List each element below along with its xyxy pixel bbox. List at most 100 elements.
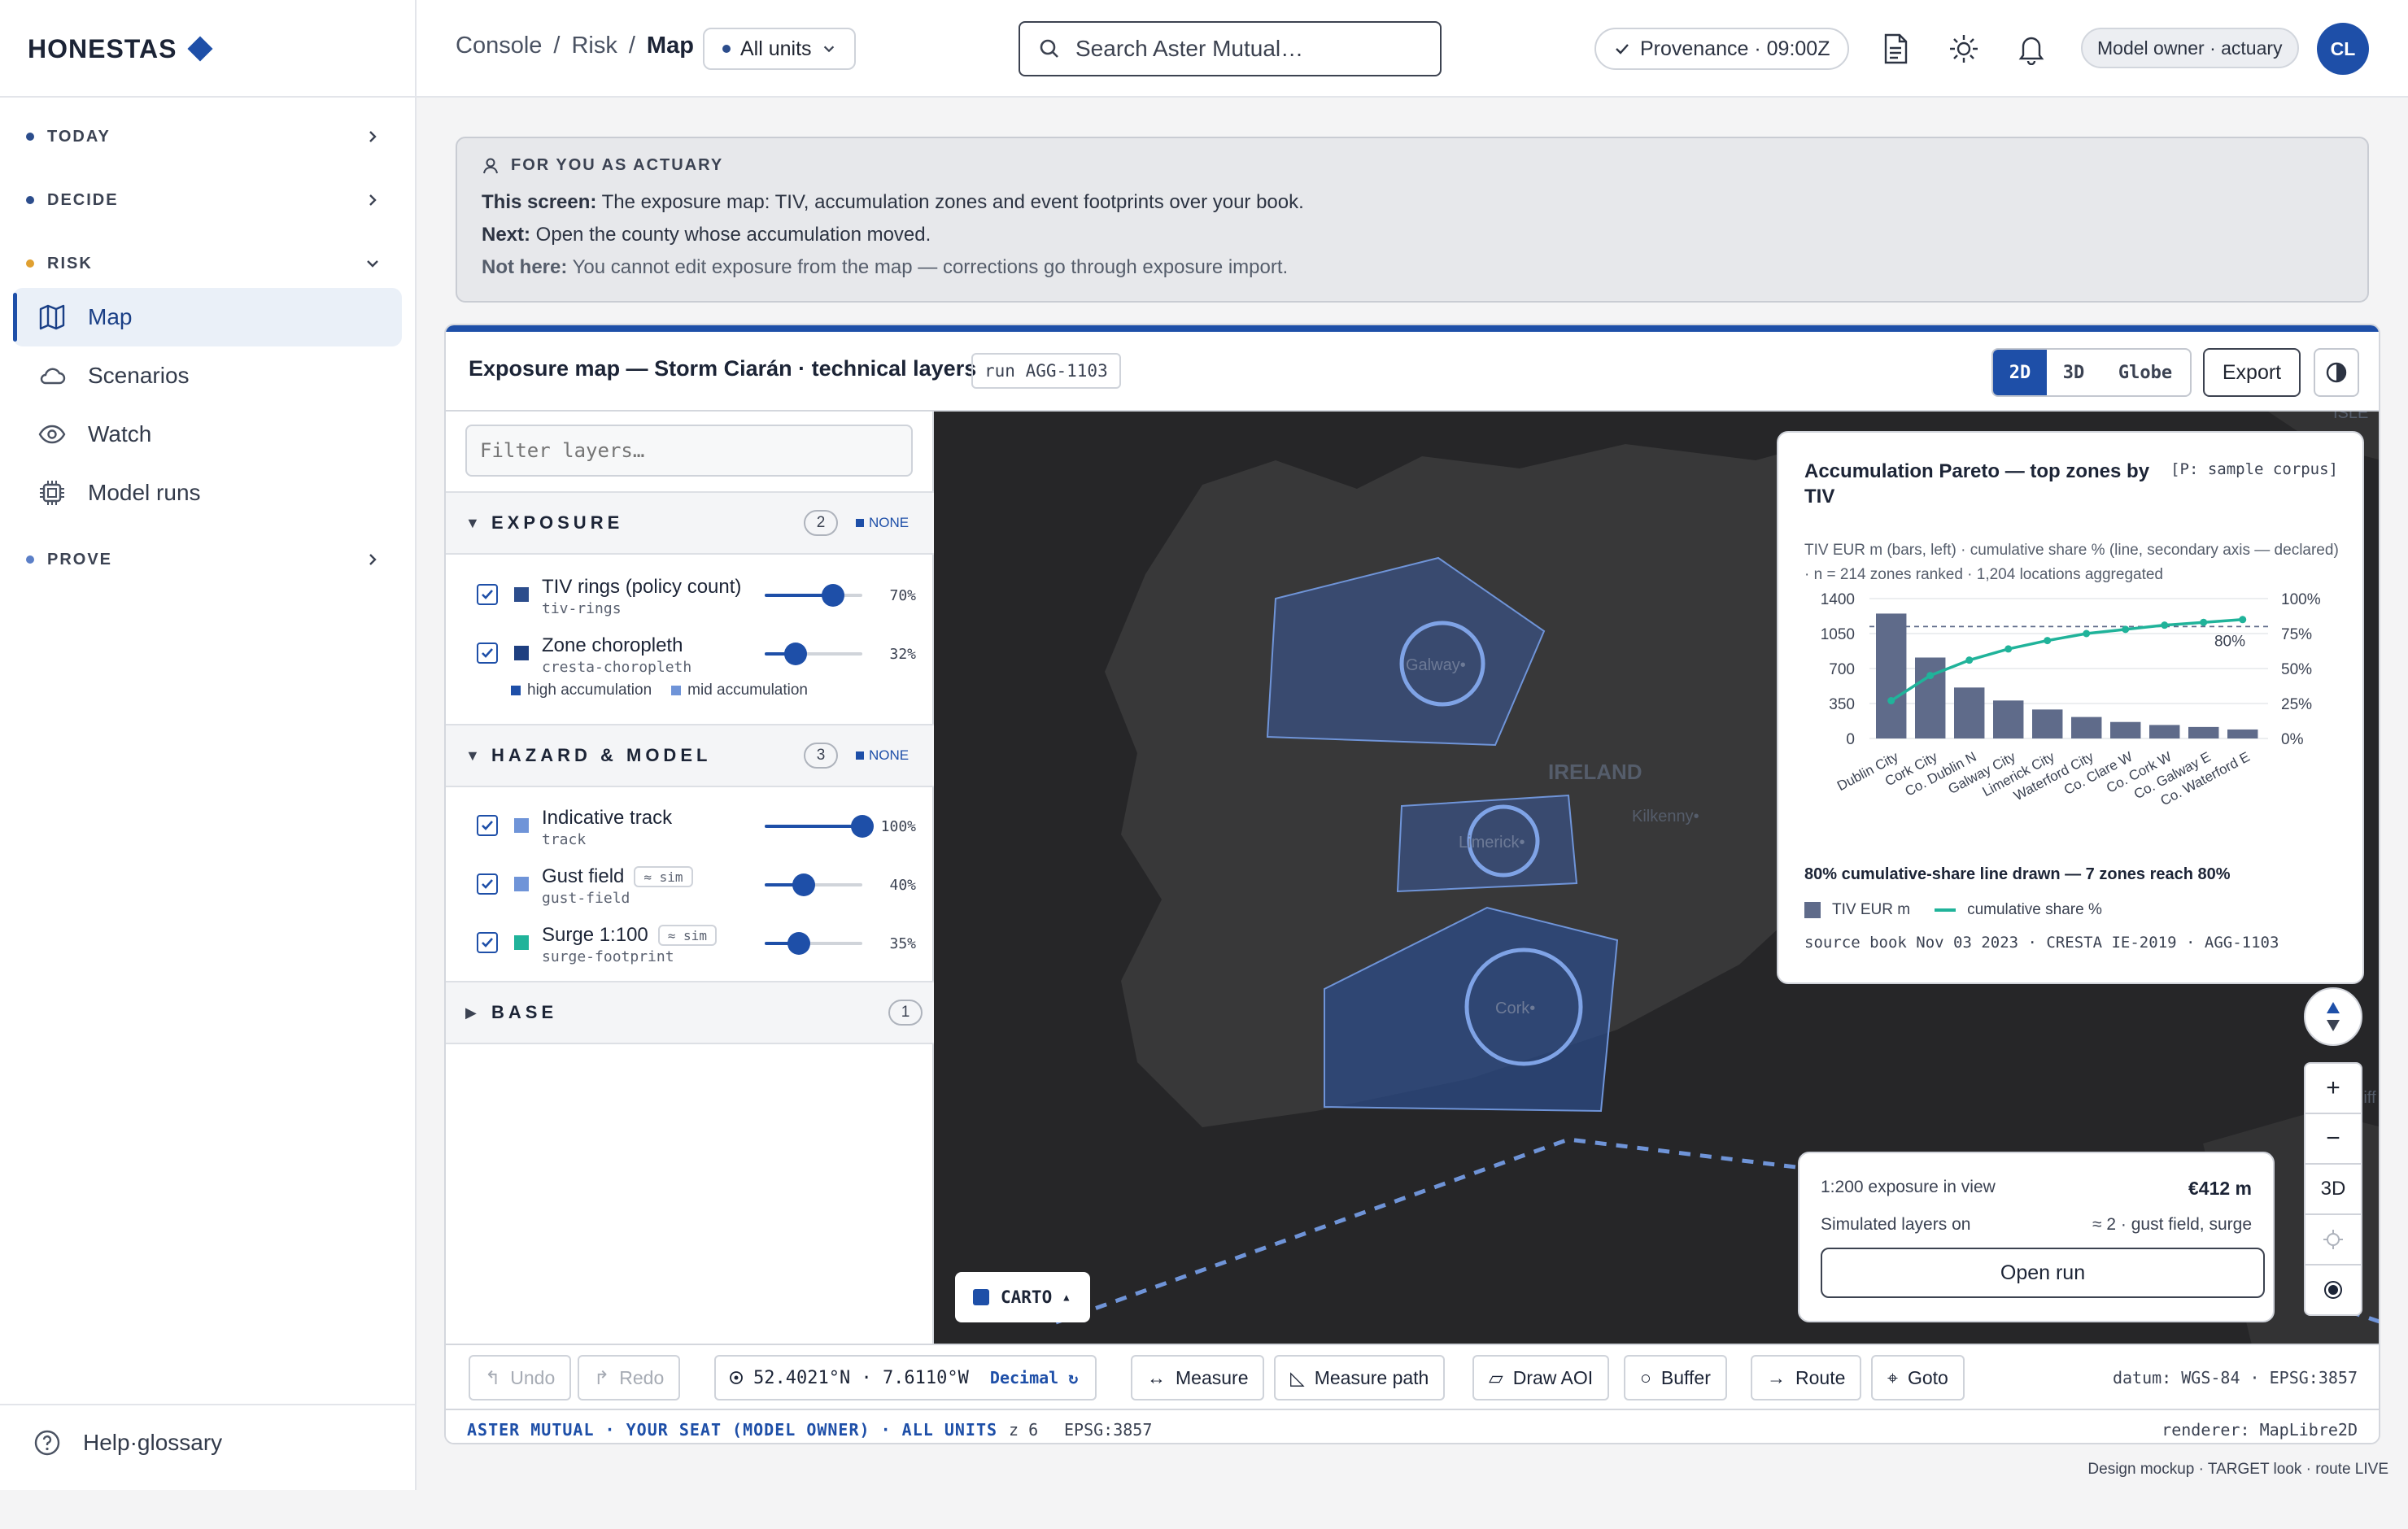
- sidebar-item-label: Model runs: [88, 480, 201, 505]
- legend-swatch: [671, 686, 682, 695]
- record-button[interactable]: [2304, 1264, 2362, 1316]
- export-button[interactable]: Export: [2203, 348, 2301, 397]
- sidebar-item-map[interactable]: Map: [13, 288, 402, 346]
- basemap-switcher[interactable]: CARTO ▲: [955, 1272, 1090, 1322]
- layer-panel: ▼ EXPOSURE 2 NONE TIV rings (policy coun…: [446, 410, 934, 1344]
- section-label: RISK: [47, 254, 93, 272]
- legend-bars: TIV EUR m: [1804, 901, 1910, 919]
- legend-mid: mid accumulation: [671, 682, 808, 699]
- select-none-button[interactable]: NONE: [856, 515, 909, 531]
- slider-handle[interactable]: [822, 584, 844, 607]
- bell-icon[interactable]: [2016, 33, 2047, 65]
- view-2d-button[interactable]: 2D: [1993, 350, 2047, 395]
- redo-icon: ↱: [594, 1366, 610, 1388]
- cursor-coordinates[interactable]: 52.4021°N · 7.6110°W Decimal ↻: [714, 1355, 1097, 1400]
- group-name: EXPOSURE: [491, 512, 624, 533]
- brand-logo[interactable]: HONESTAS: [28, 33, 213, 65]
- search-box[interactable]: [1019, 21, 1442, 76]
- cumulative-point: [2004, 645, 2013, 653]
- redo-button[interactable]: ↱ Redo: [578, 1355, 681, 1400]
- zoom-out-button[interactable]: −: [2304, 1113, 2362, 1165]
- draw-aoi-button[interactable]: ▱ Draw AOI: [1472, 1355, 1610, 1400]
- crosshair-icon: ⌖: [1887, 1366, 1898, 1388]
- chevron-down-icon: [367, 260, 378, 268]
- view-3d-button[interactable]: 3D: [2047, 350, 2100, 395]
- units-dropdown[interactable]: All units: [703, 28, 856, 70]
- measure-path-button[interactable]: ◺ Measure path: [1274, 1355, 1446, 1400]
- compass-icon: [2327, 1002, 2340, 1031]
- sidebar-section-today[interactable]: TODAY: [26, 120, 390, 153]
- layer-checkbox[interactable]: [477, 815, 498, 836]
- layer-checkbox[interactable]: [477, 932, 498, 953]
- goto-button[interactable]: ⌖ Goto: [1871, 1355, 1965, 1400]
- opacity-slider[interactable]: [765, 873, 862, 896]
- route-button[interactable]: → Route: [1751, 1355, 1862, 1400]
- simulated-badge: ≈ sim: [657, 925, 717, 946]
- filter-layers-input[interactable]: [465, 425, 913, 477]
- opacity-slider[interactable]: [765, 815, 874, 838]
- contrast-toggle[interactable]: [2314, 348, 2359, 397]
- group-count: 3: [804, 743, 838, 769]
- group-exposure[interactable]: ▼ EXPOSURE 2 NONE: [446, 491, 934, 555]
- undo-button[interactable]: ↰ Undo: [469, 1355, 572, 1400]
- compass-button[interactable]: [2304, 987, 2362, 1046]
- slider-handle[interactable]: [792, 873, 815, 896]
- sidebar-item-scenarios[interactable]: Scenarios: [13, 346, 402, 405]
- sidebar-item-model-runs[interactable]: Model runs: [13, 464, 402, 522]
- layer-checkbox[interactable]: [477, 873, 498, 895]
- section-label: DECIDE: [47, 190, 119, 209]
- coordinate-format-toggle[interactable]: Decimal ↻: [990, 1368, 1078, 1387]
- pareto-chart: 140010507003500100%75%50%25%0%80%Dublin …: [1821, 591, 2321, 808]
- avatar[interactable]: CL: [2317, 23, 2369, 75]
- pareto-bar: [1954, 687, 1985, 738]
- tilt-3d-button[interactable]: 3D: [2304, 1163, 2362, 1215]
- locate-button[interactable]: [2304, 1213, 2362, 1265]
- sample-corpus-tag: [P: sample corpus]: [2170, 460, 2338, 478]
- sim-layers-label: Simulated layers on: [1821, 1215, 1971, 1234]
- sidebar-section-decide[interactable]: DECIDE: [26, 184, 390, 216]
- buffer-button[interactable]: ○ Buffer: [1624, 1355, 1727, 1400]
- role-badge[interactable]: Model owner · actuary: [2081, 28, 2299, 68]
- view-globe-button[interactable]: Globe: [2100, 350, 2190, 395]
- provenance-badge[interactable]: Provenance · 09:00Z: [1594, 28, 1850, 70]
- status-zoom: z 6: [1009, 1420, 1039, 1440]
- group-count: 1: [888, 1000, 923, 1026]
- sidebar-section-prove[interactable]: PROVE: [26, 543, 390, 576]
- run-badge[interactable]: run AGG-1103: [971, 353, 1121, 389]
- select-none-button[interactable]: NONE: [856, 747, 909, 764]
- cumulative-point: [2239, 616, 2247, 624]
- help-glossary-link[interactable]: Help·glossary: [33, 1428, 222, 1457]
- layer-name: Gust field ≈ sim: [542, 865, 693, 888]
- sidebar-item-watch[interactable]: Watch: [13, 405, 402, 464]
- open-run-button[interactable]: Open run: [1821, 1248, 2265, 1298]
- layer-swatch: [514, 935, 529, 950]
- group-hazard-model[interactable]: ▼ HAZARD & MODEL 3 NONE: [446, 724, 934, 787]
- zoom-in-button[interactable]: +: [2304, 1062, 2362, 1114]
- storm-track-line[interactable]: [1055, 1137, 1870, 1325]
- slider-handle[interactable]: [784, 643, 808, 665]
- breadcrumb-console[interactable]: Console: [456, 33, 542, 59]
- sidebar-section-risk[interactable]: RISK: [26, 247, 390, 280]
- slider-handle[interactable]: [851, 815, 874, 838]
- units-label: All units: [740, 37, 812, 60]
- layer-checkbox[interactable]: [477, 584, 498, 605]
- document-icon[interactable]: [1881, 33, 1910, 65]
- layer-checkbox[interactable]: [477, 643, 498, 664]
- opacity-slider[interactable]: [765, 932, 862, 955]
- exposure-map-card: Exposure map — Storm Ciarán · technical …: [444, 324, 2380, 1444]
- cumulative-point: [2083, 629, 2091, 638]
- sun-icon[interactable]: [1948, 33, 1980, 65]
- opacity-slider[interactable]: [765, 584, 862, 607]
- place-label-cork: Cork•: [1495, 1000, 1535, 1017]
- chart-note: 80% cumulative-share line drawn — 7 zone…: [1804, 865, 2231, 883]
- breadcrumb-risk[interactable]: Risk: [571, 33, 617, 59]
- search-input[interactable]: [1075, 36, 1417, 62]
- opacity-slider[interactable]: [765, 643, 862, 665]
- group-base[interactable]: ▶ BASE 1: [446, 981, 934, 1044]
- y2-tick-label: 0%: [2281, 731, 2304, 748]
- measure-button[interactable]: ↔ Measure: [1131, 1355, 1265, 1400]
- status-epsg: EPSG:3857: [1064, 1420, 1153, 1440]
- layer-name: Zone choropleth: [542, 634, 683, 656]
- map-canvas[interactable]: Galway• Limerick• Cork• IRELAND Kilkenny…: [934, 410, 2379, 1344]
- slider-handle[interactable]: [787, 932, 810, 955]
